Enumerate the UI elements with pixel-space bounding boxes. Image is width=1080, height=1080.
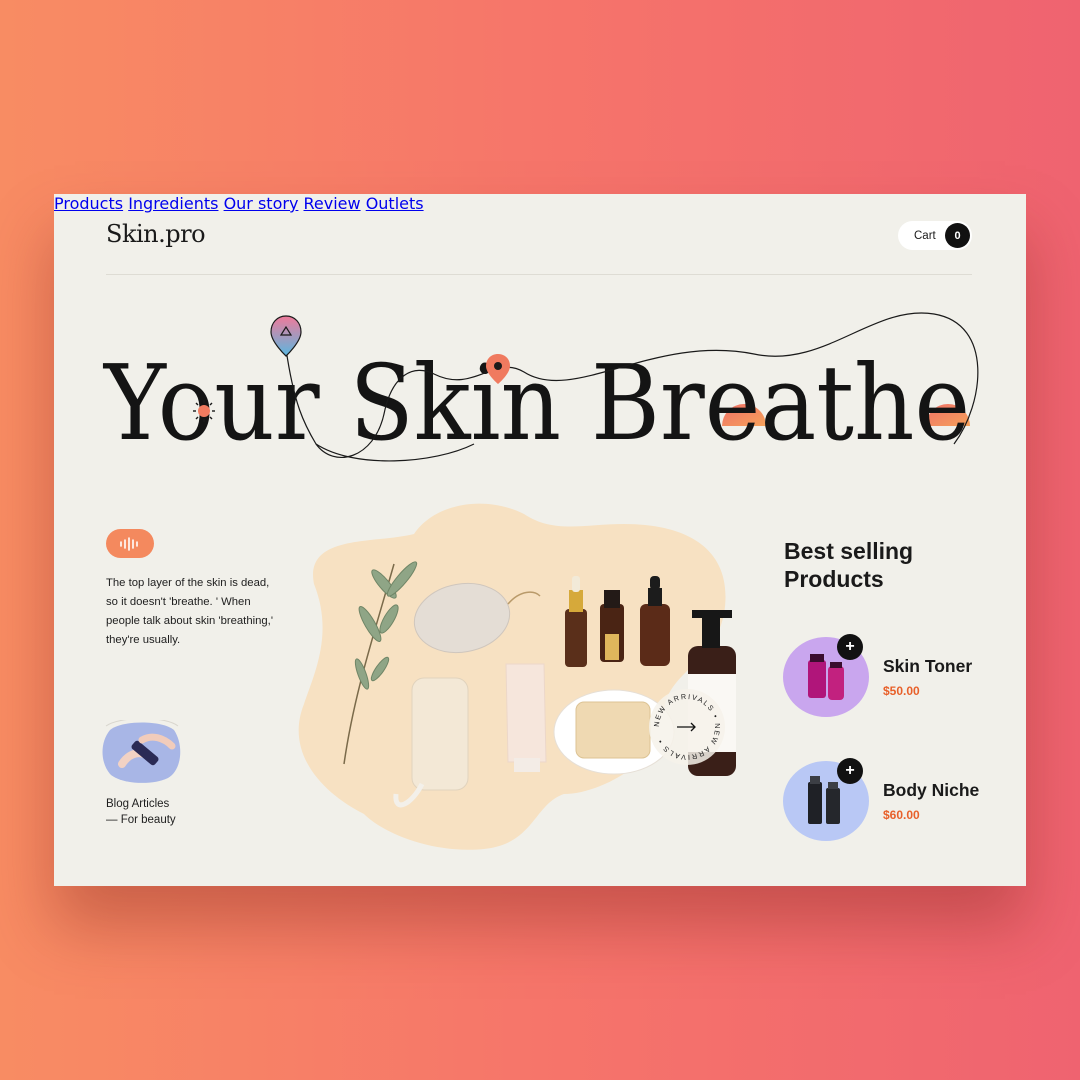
loofah-sponge bbox=[411, 677, 469, 791]
nav-our-story[interactable]: Our story bbox=[224, 194, 299, 213]
best-selling-title: Best selling Products bbox=[784, 538, 914, 592]
cart-count-badge: 0 bbox=[945, 223, 970, 248]
landing-page-card: Skin.pro Products Ingredients Our story … bbox=[54, 194, 1026, 886]
nav-review[interactable]: Review bbox=[304, 194, 361, 213]
product-card-body-niche[interactable]: + Body Niche $60.00 bbox=[782, 758, 1022, 850]
blog-thumbnail[interactable] bbox=[102, 720, 182, 784]
blog-subtitle: — For beauty bbox=[106, 814, 176, 826]
blog-articles-link[interactable]: Blog Articles bbox=[106, 798, 169, 810]
site-logo[interactable]: Skin.pro bbox=[106, 220, 206, 248]
nav-ingredients[interactable]: Ingredients bbox=[128, 194, 218, 213]
nav-products[interactable]: Products bbox=[54, 194, 123, 213]
sound-wave-icon bbox=[120, 536, 138, 551]
product-price: $60.00 bbox=[883, 808, 920, 822]
cart-label: Cart bbox=[914, 229, 936, 242]
new-arrivals-badge[interactable]: NEW ARRIVALS • NEW ARRIVALS • bbox=[647, 687, 727, 767]
hero-headline-graphic: Your Skin Breathe bbox=[102, 312, 979, 464]
intro-description: The top layer of the skin is dead, so it… bbox=[106, 577, 273, 646]
header-divider bbox=[106, 274, 972, 275]
add-to-cart-button[interactable]: + bbox=[837, 758, 863, 784]
audio-play-button[interactable] bbox=[106, 529, 154, 558]
hero-headline: Your Skin Breathe bbox=[102, 342, 970, 464]
soap-bar bbox=[575, 701, 651, 759]
cart-button[interactable]: Cart 0 bbox=[898, 221, 972, 250]
nav-outlets[interactable]: Outlets bbox=[366, 194, 424, 213]
product-price: $50.00 bbox=[883, 684, 920, 698]
product-name: Skin Toner bbox=[883, 656, 973, 676]
add-to-cart-button[interactable]: + bbox=[837, 634, 863, 660]
product-card-skin-toner[interactable]: + Skin Toner $50.00 bbox=[782, 634, 1022, 726]
main-nav: Products Ingredients Our story Review Ou… bbox=[54, 194, 1026, 213]
cream-tube bbox=[505, 663, 547, 763]
product-name: Body Niche bbox=[883, 780, 980, 800]
products-flatlay-image bbox=[298, 503, 736, 850]
